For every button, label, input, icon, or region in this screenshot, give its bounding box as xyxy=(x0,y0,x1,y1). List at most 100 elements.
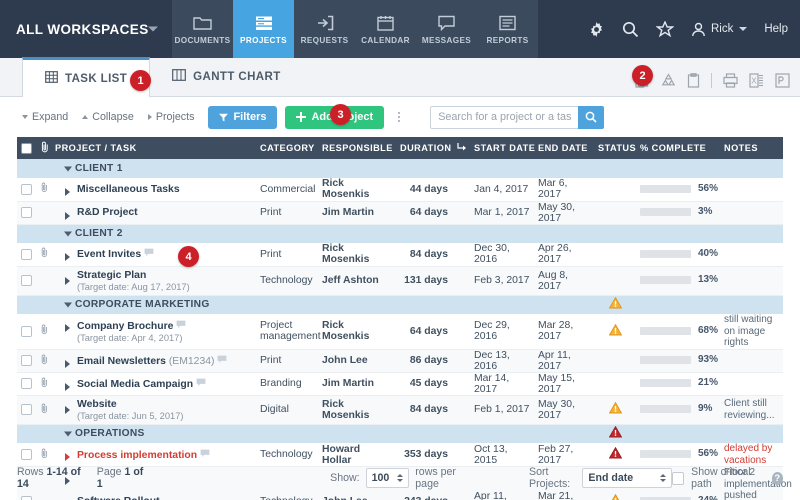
row-checkbox[interactable] xyxy=(21,378,32,389)
row-checkbox[interactable] xyxy=(21,207,32,218)
row-checkbox[interactable] xyxy=(21,183,32,195)
callout-badge-1: 1 xyxy=(130,70,151,91)
projects-link[interactable]: Projects xyxy=(147,111,194,123)
table-row[interactable]: Strategic Plan (Target date: Aug 17, 2017… xyxy=(17,266,783,296)
table-row[interactable]: Social Media Campaign Branding Jim Martin… xyxy=(17,372,783,396)
critical-path-label: Show critical path xyxy=(691,466,751,490)
group-name-cell[interactable]: CLIENT 2 xyxy=(51,224,594,243)
project-code: (EM1234) xyxy=(168,355,215,367)
row-notes-cell: Client still reviewing... xyxy=(720,395,783,425)
recycle-icon[interactable] xyxy=(661,73,676,88)
th-start-date[interactable]: START DATE xyxy=(470,137,535,159)
row-checkbox[interactable] xyxy=(21,355,32,366)
paperclip-icon xyxy=(41,182,47,193)
search-submit-button[interactable] xyxy=(578,105,605,129)
expand-caret-icon[interactable] xyxy=(65,405,70,414)
group-notes-cell xyxy=(720,424,783,443)
gear-icon[interactable] xyxy=(588,21,605,38)
nav-item-projects[interactable]: PROJECTS xyxy=(233,0,294,58)
expand-caret-icon[interactable] xyxy=(65,276,70,285)
clipboard-icon[interactable] xyxy=(687,73,700,88)
collapse-link[interactable]: Collapse xyxy=(82,111,134,123)
table-row[interactable]: Event Invites Print Rick Mosenkis 84 days D… xyxy=(17,243,783,267)
project-target-date: (Target date: Aug 17, 2017) xyxy=(77,281,190,292)
row-select-cell xyxy=(17,314,37,350)
table-group-row[interactable]: CLIENT 2 xyxy=(17,224,783,243)
row-name-cell[interactable]: Website (Target date: Jun 5, 2017) xyxy=(51,395,256,425)
row-checkbox[interactable] xyxy=(21,325,32,337)
table-row[interactable]: Miscellaneous Tasks Commercial Rick Mosenk… xyxy=(17,178,783,202)
table-row[interactable]: Company Brochure (Target date: Apr 4, 20… xyxy=(17,314,783,350)
star-icon[interactable] xyxy=(655,20,674,38)
th-project-task[interactable]: PROJECT / TASK xyxy=(51,137,256,159)
row-name-cell[interactable]: Social Media Campaign xyxy=(51,372,256,396)
workspace-selector[interactable]: ALL WORKSPACES xyxy=(0,0,172,58)
table-row[interactable]: R&D Project Print Jim Martin 64 days Mar 1, … xyxy=(17,201,783,225)
group-name-cell[interactable]: CORPORATE MARKETING xyxy=(51,295,594,314)
expand-caret-icon[interactable] xyxy=(65,382,70,391)
tab-gantt-chart[interactable]: GANTT CHART xyxy=(150,57,302,96)
row-name-cell[interactable]: Email Newsletters (EM1234) xyxy=(51,349,256,373)
expand-link[interactable]: Expand xyxy=(22,111,68,123)
excel-export-icon[interactable]: X xyxy=(749,73,764,88)
nav-item-requests[interactable]: REQUESTS xyxy=(294,0,355,58)
expand-caret-icon[interactable] xyxy=(65,253,70,261)
table-group-row[interactable]: OPERATIONS xyxy=(17,424,783,443)
row-status-cell xyxy=(594,314,636,350)
row-name-cell[interactable]: Strategic Plan (Target date: Aug 17, 2017… xyxy=(51,266,256,296)
table-group-row[interactable]: CLIENT 1 xyxy=(17,159,783,178)
row-attachment-cell xyxy=(37,314,51,350)
nav-item-documents[interactable]: DOCUMENTS xyxy=(172,0,233,58)
th-responsible[interactable]: RESPONSIBLE xyxy=(318,137,396,159)
row-checkbox[interactable] xyxy=(21,248,32,260)
th-status[interactable]: STATUS xyxy=(594,137,636,159)
search-icon[interactable] xyxy=(622,21,639,38)
pdf-export-icon[interactable] xyxy=(775,73,790,88)
more-options-button[interactable] xyxy=(390,112,408,122)
row-checkbox[interactable] xyxy=(21,275,32,286)
th-notes[interactable]: NOTES xyxy=(720,137,783,159)
row-duration-cell: 84 days xyxy=(396,243,452,267)
row-spacer-cell xyxy=(452,314,470,350)
rows-per-page-stepper[interactable]: 100 xyxy=(365,468,410,488)
help-link[interactable]: Help xyxy=(764,23,788,35)
select-all-checkbox[interactable] xyxy=(21,142,32,154)
project-name: Miscellaneous Tasks xyxy=(77,183,180,195)
collapse-label: Collapse xyxy=(92,111,134,123)
search-input[interactable] xyxy=(430,105,579,129)
table-header: PROJECT / TASK CATEGORY RESPONSIBLE DURA… xyxy=(17,137,783,159)
expand-caret-icon[interactable] xyxy=(65,359,70,368)
user-menu[interactable]: Rick xyxy=(691,22,748,37)
filters-button[interactable]: Filters xyxy=(208,105,278,129)
nav-item-calendar[interactable]: CALENDAR xyxy=(355,0,416,58)
nav-item-reports[interactable]: REPORTS xyxy=(477,0,538,58)
caret-down-icon xyxy=(64,302,72,308)
th-percent-complete[interactable]: % COMPLETE xyxy=(636,137,720,159)
th-category[interactable]: CATEGORY xyxy=(256,137,318,159)
show-critical-path-checkbox[interactable] xyxy=(672,471,685,485)
row-duration-cell: 86 days xyxy=(396,349,452,373)
table-row[interactable]: Website (Target date: Jun 5, 2017) Digital… xyxy=(17,395,783,425)
help-question-icon[interactable]: ? xyxy=(771,471,783,485)
group-notes-cell xyxy=(720,224,783,243)
group-percent-cell xyxy=(636,424,720,443)
group-name-cell[interactable]: OPERATIONS xyxy=(51,424,594,443)
group-name-cell[interactable]: CLIENT 1 xyxy=(51,159,594,178)
row-name-cell[interactable]: Miscellaneous Tasks xyxy=(51,178,256,202)
nav-item-messages[interactable]: MESSAGES xyxy=(416,0,477,58)
table-group-row[interactable]: CORPORATE MARKETING xyxy=(17,295,783,314)
th-duration[interactable]: DURATION xyxy=(396,137,452,159)
sort-projects-select[interactable]: End date xyxy=(582,468,673,488)
row-end-date-cell: May 30, 2017 xyxy=(534,395,594,425)
expand-caret-icon[interactable] xyxy=(65,188,70,196)
expand-caret-icon[interactable] xyxy=(65,324,70,332)
row-name-cell[interactable]: R&D Project xyxy=(51,201,256,225)
th-end-date[interactable]: END DATE xyxy=(534,137,594,159)
chevron-down-icon xyxy=(739,27,748,31)
print-icon[interactable] xyxy=(723,73,738,88)
table-row[interactable]: Email Newsletters (EM1234) Print John Lee… xyxy=(17,349,783,373)
row-checkbox[interactable] xyxy=(21,404,32,415)
expand-caret-icon[interactable] xyxy=(65,211,70,220)
row-name-cell[interactable]: Company Brochure (Target date: Apr 4, 20… xyxy=(51,314,256,350)
row-name-cell[interactable]: Event Invites xyxy=(51,243,256,267)
